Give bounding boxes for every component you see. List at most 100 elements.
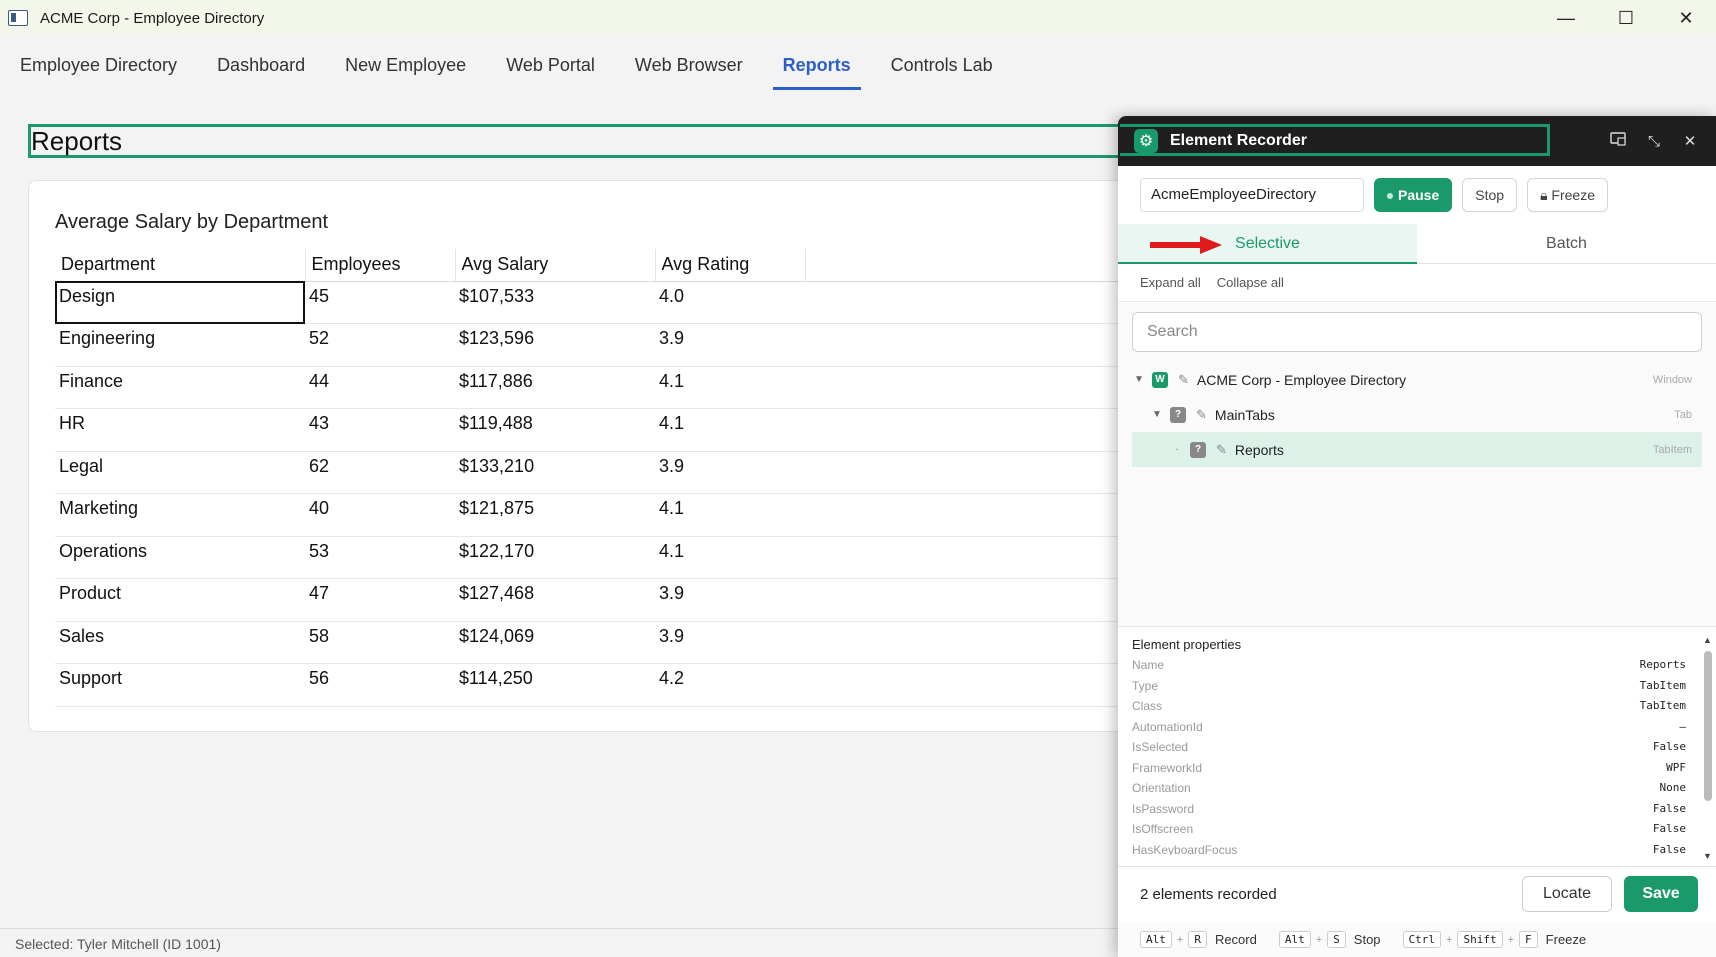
tree-item-maintabs[interactable]: ▼ ? ✎ MainTabs Tab (1132, 397, 1702, 432)
table-row[interactable]: Marketing 40 $121,875 4.1 (55, 493, 1145, 537)
cell-department[interactable]: Product (55, 578, 305, 622)
cell-department[interactable]: Sales (55, 621, 305, 664)
cell-avg-salary[interactable]: $124,069 (455, 621, 655, 664)
collapse-all-button[interactable]: Collapse all (1217, 275, 1284, 290)
table-row[interactable]: Finance 44 $117,886 4.1 (55, 366, 1145, 409)
plus-sign: + (1176, 933, 1184, 946)
cell-employees[interactable]: 44 (305, 366, 455, 409)
cell-department[interactable]: HR (55, 408, 305, 452)
cell-employees[interactable]: 40 (305, 493, 455, 537)
cell-avg-salary[interactable]: $123,596 (455, 323, 655, 367)
column-header-avg-salary[interactable]: Avg Salary (455, 249, 656, 282)
table-row[interactable]: Sales 58 $124,069 3.9 (55, 621, 1145, 664)
cell-avg-salary[interactable]: $133,210 (455, 451, 655, 494)
property-row: Type TabItem (1132, 679, 1716, 700)
target-app-field[interactable]: AcmeEmployeeDirectory (1140, 178, 1364, 212)
cell-employees[interactable]: 56 (305, 663, 455, 707)
chevron-down-icon[interactable]: ▼ (1132, 374, 1146, 385)
cell-avg-salary[interactable]: $119,488 (455, 408, 655, 452)
tab-batch[interactable]: Batch (1417, 224, 1716, 263)
cell-employees[interactable]: 45 (305, 281, 455, 324)
close-button[interactable]: ✕ (1656, 0, 1716, 36)
search-input[interactable]: Search (1132, 312, 1702, 352)
cell-filler (805, 281, 1145, 324)
edit-icon[interactable]: ✎ (1216, 442, 1227, 458)
locate-button[interactable]: Locate (1522, 876, 1612, 912)
tree-item-type: TabItem (1652, 443, 1692, 456)
tree-item-label: Reports (1234, 441, 1284, 458)
cell-avg-rating[interactable]: 4.1 (655, 536, 805, 579)
tab-new-employee[interactable]: New Employee (325, 44, 486, 90)
tab-dashboard[interactable]: Dashboard (197, 44, 325, 90)
table-row[interactable]: Product 47 $127,468 3.9 (55, 578, 1145, 622)
dock-icon[interactable] (1600, 132, 1636, 150)
cell-department[interactable]: Legal (55, 451, 305, 494)
column-header-avg-rating[interactable]: Avg Rating (655, 249, 806, 282)
cell-avg-rating[interactable]: 4.1 (655, 366, 805, 409)
tree-item-reports[interactable]: · ? ✎ Reports TabItem (1132, 432, 1702, 467)
cell-avg-rating[interactable]: 3.9 (655, 451, 805, 494)
cell-avg-rating[interactable]: 4.0 (655, 281, 805, 324)
table-row[interactable]: Operations 53 $122,170 4.1 (55, 536, 1145, 579)
cell-avg-rating[interactable]: 3.9 (655, 578, 805, 622)
cell-employees[interactable]: 52 (305, 323, 455, 367)
cell-avg-rating[interactable]: 3.9 (655, 323, 805, 367)
collapse-icon[interactable]: ⤡ (1636, 133, 1672, 150)
cell-avg-rating[interactable]: 4.1 (655, 493, 805, 537)
pause-button[interactable]: Pause (1374, 178, 1453, 212)
cell-department[interactable]: Design (55, 281, 305, 324)
cell-employees[interactable]: 47 (305, 578, 455, 622)
tab-employee-directory[interactable]: Employee Directory (0, 44, 197, 90)
cell-avg-salary[interactable]: $107,533 (455, 281, 655, 324)
table-row[interactable]: Support 56 $114,250 4.2 (55, 663, 1145, 707)
key-alt: Alt (1278, 931, 1311, 948)
tab-controls-lab[interactable]: Controls Lab (871, 44, 1013, 90)
property-row: AutomationId — (1132, 720, 1716, 741)
cell-employees[interactable]: 43 (305, 408, 455, 452)
cell-department[interactable]: Finance (55, 366, 305, 409)
cell-avg-salary[interactable]: $114,250 (455, 663, 655, 707)
tab-web-portal[interactable]: Web Portal (486, 44, 615, 90)
tab-web-browser[interactable]: Web Browser (615, 44, 763, 90)
cell-avg-salary[interactable]: $127,468 (455, 578, 655, 622)
cell-employees[interactable]: 62 (305, 451, 455, 494)
cell-avg-rating[interactable]: 4.2 (655, 663, 805, 707)
cell-department[interactable]: Operations (55, 536, 305, 579)
tab-reports[interactable]: Reports (763, 44, 871, 90)
cell-avg-rating[interactable]: 4.1 (655, 408, 805, 452)
cell-employees[interactable]: 58 (305, 621, 455, 664)
cell-department[interactable]: Marketing (55, 493, 305, 537)
property-name: FrameworkId (1132, 760, 1203, 775)
close-icon[interactable]: ✕ (1672, 132, 1708, 150)
table-row[interactable]: HR 43 $119,488 4.1 (55, 408, 1145, 452)
table-row[interactable]: Design 45 $107,533 4.0 (55, 281, 1145, 324)
freeze-button[interactable]: 🔒︎ Freeze (1527, 178, 1608, 212)
column-header-employees[interactable]: Employees (305, 249, 456, 282)
properties-scrollbar[interactable]: ▲ ▼ (1703, 635, 1712, 861)
save-button[interactable]: Save (1624, 876, 1698, 912)
chevron-down-icon[interactable]: ▼ (1150, 409, 1164, 420)
maximize-button[interactable]: ☐ (1596, 0, 1656, 36)
cell-avg-salary[interactable]: $117,886 (455, 366, 655, 409)
property-name: Orientation (1132, 781, 1191, 795)
column-header-department[interactable]: Department (55, 249, 306, 282)
tree-item-window[interactable]: ▼ W ✎ ACME Corp - Employee Directory Win… (1132, 362, 1702, 397)
cell-avg-salary[interactable]: $122,170 (455, 536, 655, 579)
scroll-thumb[interactable] (1704, 651, 1712, 801)
minimize-button[interactable]: — (1536, 0, 1596, 36)
tab-selective[interactable]: Selective (1118, 224, 1417, 264)
cell-employees[interactable]: 53 (305, 536, 455, 579)
expand-all-button[interactable]: Expand all (1140, 275, 1201, 290)
scroll-up-icon[interactable]: ▲ (1703, 635, 1712, 645)
property-row: IsPassword False (1132, 802, 1716, 823)
cell-avg-rating[interactable]: 3.9 (655, 621, 805, 664)
cell-department[interactable]: Engineering (55, 323, 305, 367)
table-row[interactable]: Legal 62 $133,210 3.9 (55, 451, 1145, 494)
cell-department[interactable]: Support (55, 663, 305, 707)
table-row[interactable]: Engineering 52 $123,596 3.9 (55, 323, 1145, 367)
scroll-down-icon[interactable]: ▼ (1703, 851, 1712, 861)
edit-icon[interactable]: ✎ (1196, 407, 1207, 423)
stop-button[interactable]: Stop (1462, 178, 1518, 212)
cell-avg-salary[interactable]: $121,875 (455, 493, 655, 537)
edit-icon[interactable]: ✎ (1178, 372, 1189, 388)
